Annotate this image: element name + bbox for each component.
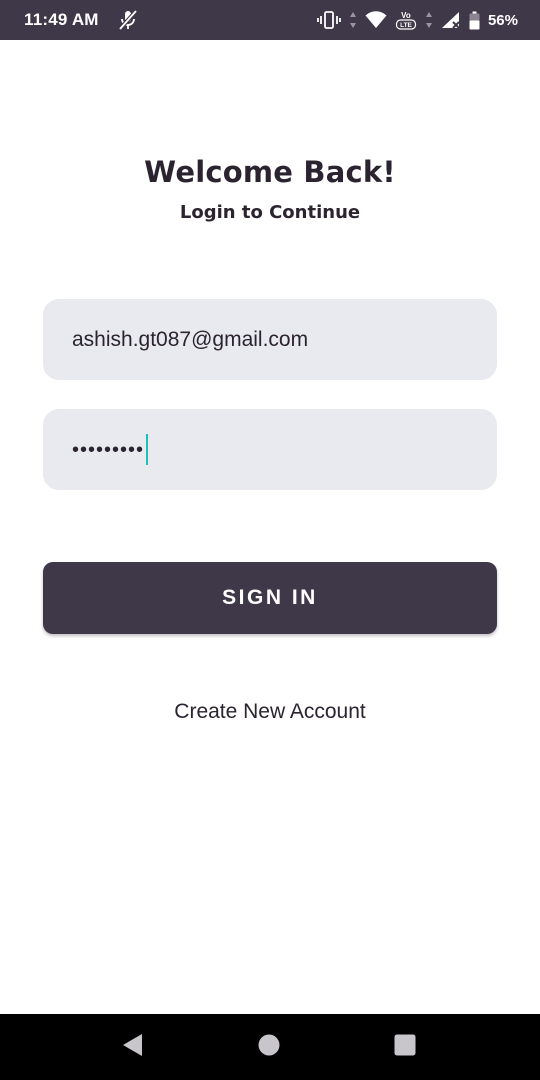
create-account-link[interactable]: Create New Account (0, 700, 540, 724)
navigation-bar (0, 1014, 540, 1080)
password-mask: ••••••••• (72, 438, 145, 461)
signal-icon (441, 11, 461, 29)
page-subtitle: Login to Continue (179, 202, 361, 223)
recents-icon (393, 1033, 417, 1061)
battery-percent: 56% (487, 11, 518, 29)
home-icon (257, 1033, 281, 1061)
home-button[interactable] (239, 1014, 299, 1080)
back-icon (120, 1032, 146, 1062)
password-field[interactable]: ••••••••• (43, 409, 497, 490)
email-value: ashish.gt087@gmail.com (72, 327, 309, 351)
page-title: Welcome Back! (144, 155, 396, 189)
sign-in-button[interactable]: SIGN IN (43, 562, 497, 634)
status-time: 11:49 AM (24, 10, 99, 29)
vibrate-icon (317, 10, 341, 30)
status-left: 11:49 AM (24, 9, 139, 31)
recents-button[interactable] (375, 1014, 435, 1080)
data-arrows-icon (349, 11, 357, 29)
muted-mic-icon (117, 9, 139, 31)
svg-text:Vo: Vo (401, 11, 411, 20)
wifi-icon (365, 11, 387, 29)
text-cursor (146, 434, 149, 465)
status-right: Vo LTE 56% (317, 9, 518, 31)
email-field[interactable]: ashish.gt087@gmail.com (43, 299, 497, 380)
back-button[interactable] (103, 1014, 163, 1080)
battery-icon (469, 11, 480, 30)
volte-icon: Vo LTE (395, 9, 417, 31)
data-arrows-icon-2 (425, 11, 433, 29)
status-bar: 11:49 AM Vo LTE 56% (0, 0, 540, 40)
svg-text:LTE: LTE (400, 22, 412, 29)
